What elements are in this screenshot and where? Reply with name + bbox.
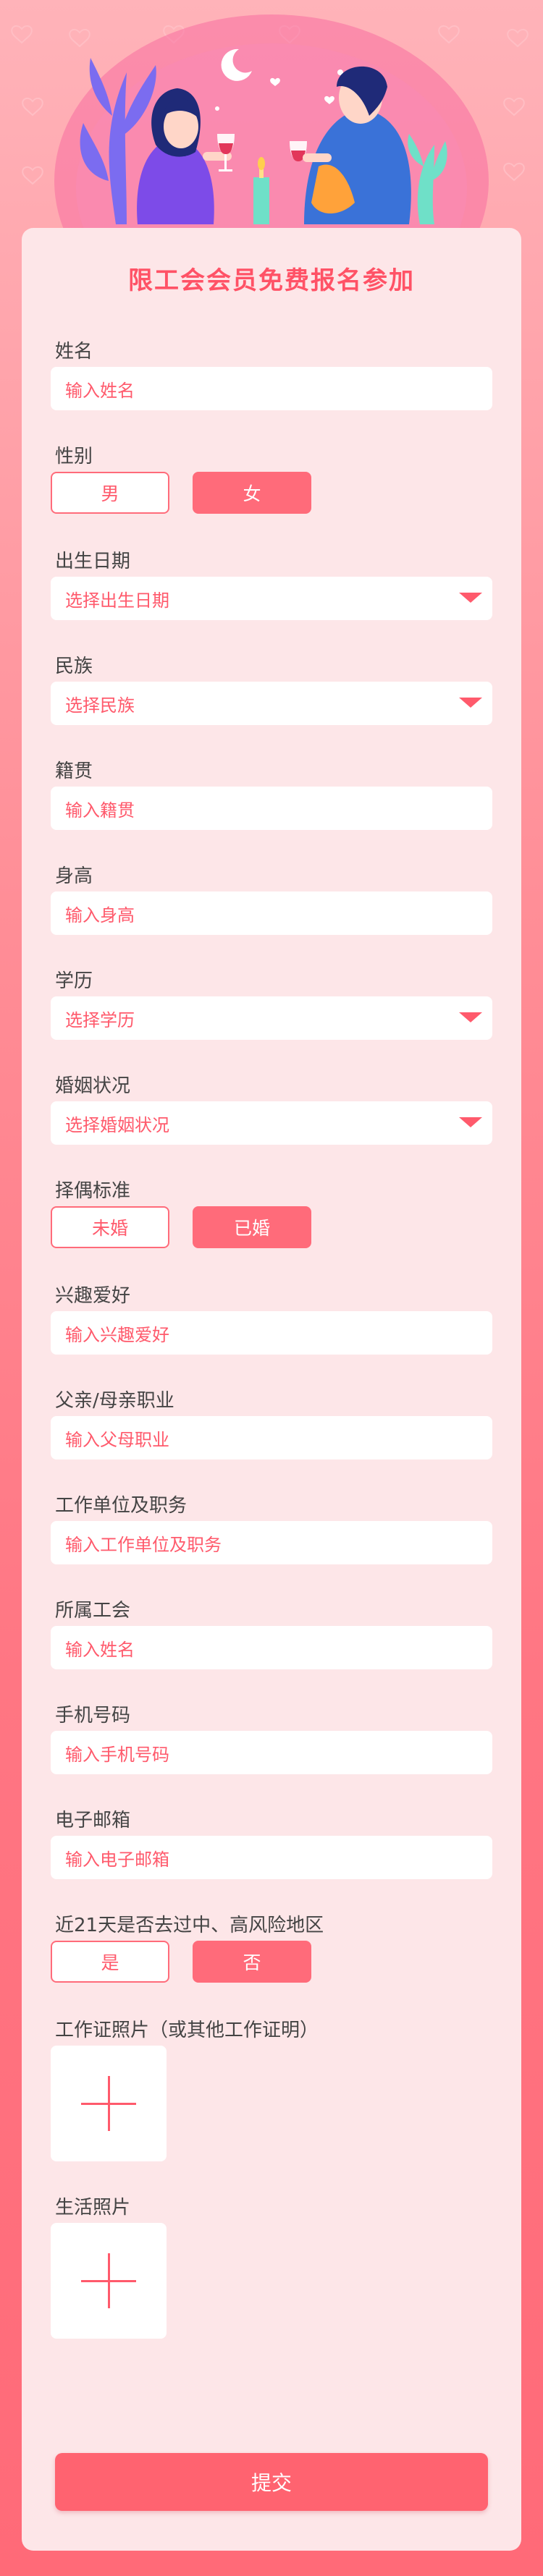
label-life-photo: 生活照片 (55, 2197, 131, 2219)
label-gender: 性别 (55, 446, 93, 467)
ethnicity-select[interactable]: 选择民族 (51, 682, 492, 725)
email-input-placeholder: 输入电子邮箱 (65, 1849, 169, 1870)
hearts-background (11, 14, 529, 239)
label-union: 所属工会 (55, 1600, 131, 1622)
gender-female-button[interactable]: 女 (193, 472, 311, 514)
hobbies-input[interactable]: 输入兴趣爱好 (51, 1311, 492, 1355)
marital-status-select[interactable]: 选择婚姻状况 (51, 1101, 492, 1145)
submit-button[interactable]: 提交 (55, 2453, 488, 2511)
chevron-down-icon (459, 593, 482, 603)
risk-area-yes-button[interactable]: 是 (51, 1941, 169, 1983)
birthdate-select-placeholder: 选择出生日期 (65, 590, 169, 611)
label-hobbies: 兴趣爱好 (55, 1285, 131, 1307)
parents-occupation-input-placeholder: 输入父母职业 (65, 1429, 169, 1450)
label-ethnicity: 民族 (55, 656, 93, 677)
label-native-place: 籍贯 (55, 760, 93, 782)
gender-male-button[interactable]: 男 (51, 472, 169, 514)
parents-occupation-input[interactable]: 输入父母职业 (51, 1416, 492, 1459)
criteria-unmarried-button[interactable]: 未婚 (51, 1206, 169, 1248)
education-select-placeholder: 选择学历 (65, 1009, 135, 1030)
label-parents-occupation: 父亲/母亲职业 (55, 1390, 174, 1412)
name-input[interactable]: 输入姓名 (51, 367, 492, 410)
label-partner-criteria: 择偶标准 (55, 1180, 131, 1202)
hero-illustration (0, 0, 543, 239)
label-employer-position: 工作单位及职务 (55, 1495, 188, 1517)
education-select[interactable]: 选择学历 (51, 996, 492, 1040)
label-marital-status: 婚姻状况 (55, 1075, 131, 1097)
chevron-down-icon (459, 698, 482, 708)
label-name: 姓名 (55, 341, 93, 363)
form-title: 限工会会员免费报名参加 (128, 266, 415, 295)
employer-position-input-placeholder: 输入工作单位及职务 (65, 1534, 222, 1555)
height-input-placeholder: 输入身高 (65, 904, 135, 925)
name-input-placeholder: 输入姓名 (65, 380, 135, 401)
height-input[interactable]: 输入身高 (51, 891, 492, 935)
label-phone: 手机号码 (55, 1705, 131, 1726)
registration-form-card: 限工会会员免费报名参加 姓名 输入姓名 性别 男 女 出生日期 选择出生日期 民… (22, 228, 521, 2551)
phone-input[interactable]: 输入手机号码 (51, 1731, 492, 1774)
chevron-down-icon (459, 1117, 482, 1127)
union-input-placeholder: 输入姓名 (65, 1639, 135, 1660)
native-place-input-placeholder: 输入籍贯 (65, 800, 135, 821)
label-height: 身高 (55, 865, 93, 887)
hobbies-input-placeholder: 输入兴趣爱好 (65, 1324, 169, 1345)
ethnicity-select-placeholder: 选择民族 (65, 695, 135, 716)
label-email: 电子邮箱 (55, 1810, 131, 1831)
risk-area-no-button[interactable]: 否 (193, 1941, 311, 1983)
birthdate-select[interactable]: 选择出生日期 (51, 577, 492, 620)
work-id-photo-upload[interactable] (51, 2046, 167, 2161)
criteria-married-button[interactable]: 已婚 (193, 1206, 311, 1248)
union-input[interactable]: 输入姓名 (51, 1626, 492, 1669)
label-risk-area: 近21天是否去过中、高风险地区 (55, 1915, 324, 1936)
label-work-id-photo: 工作证照片（或其他工作证明） (55, 2020, 319, 2041)
label-birthdate: 出生日期 (55, 551, 131, 572)
chevron-down-icon (459, 1012, 482, 1022)
employer-position-input[interactable]: 输入工作单位及职务 (51, 1521, 492, 1564)
marital-status-select-placeholder: 选择婚姻状况 (65, 1114, 169, 1135)
email-input[interactable]: 输入电子邮箱 (51, 1836, 492, 1879)
native-place-input[interactable]: 输入籍贯 (51, 787, 492, 830)
life-photo-upload[interactable] (51, 2223, 167, 2339)
phone-input-placeholder: 输入手机号码 (65, 1744, 169, 1765)
label-education: 学历 (55, 970, 93, 992)
